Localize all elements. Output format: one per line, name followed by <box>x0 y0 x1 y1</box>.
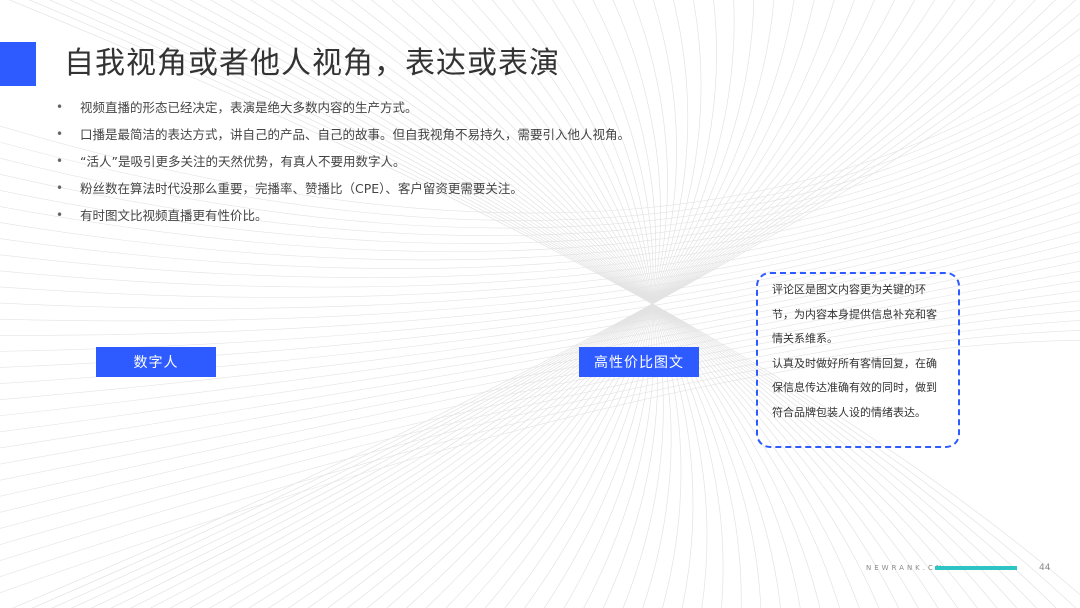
background-line <box>524 0 657 608</box>
note-line: 认真及时做好所有客情回复，在确 <box>772 356 937 370</box>
note-line: 情关系维系。 <box>772 332 838 345</box>
page-title: 自我视角或者他人视角，表达或表演 <box>64 46 560 81</box>
footer-brand: NEWRANK.CN <box>866 564 945 572</box>
bullet-marker: • <box>56 100 64 114</box>
bullet-marker: • <box>56 208 64 222</box>
bullet-marker: • <box>56 127 64 141</box>
bullet-text: 有时图文比视频直播更有性价比。 <box>80 208 268 223</box>
list-item: • 视频直播的形态已经决定，表演是绝大多数内容的生产方式。 <box>56 94 630 121</box>
note-line: 保信息传达准确有效的同时，做到 <box>772 381 937 394</box>
list-item: • 口播是最简洁的表达方式，讲自己的产品、自己的故事。但自我视角不易持久，需要引入… <box>56 121 630 148</box>
note-line: 评论区是图文内容更为关键的环 <box>772 283 926 296</box>
bullet-text: 视频直播的形态已经决定，表演是绝大多数内容的生产方式。 <box>80 100 418 115</box>
background-line <box>451 0 682 608</box>
background-line <box>371 0 742 608</box>
list-item: • “活人”是吸引更多关注的天然优势，有真人不要用数字人。 <box>56 148 630 175</box>
background-line <box>471 0 672 608</box>
background-line <box>290 0 821 608</box>
bullet-list: • 视频直播的形态已经决定，表演是绝大多数内容的生产方式。 • 口播是最简洁的表达方… <box>56 94 630 229</box>
background-line <box>287 0 835 608</box>
bullet-marker: • <box>56 181 64 195</box>
background-line <box>511 0 659 608</box>
background-line <box>445 0 689 608</box>
note-line: 符合品牌包装人设的情绪表达。 <box>772 405 926 419</box>
digital-human-label-box: 数字人 <box>96 347 216 377</box>
background-line <box>543 0 654 608</box>
background-line <box>307 0 815 608</box>
note-line: 节，为内容本身提供信息补充和客 <box>772 307 937 321</box>
background-line <box>425 0 702 608</box>
comment-note-box: 评论区是图文内容更为关键的环 节，为内容本身提供信息补充和客 情关系维系。 认真… <box>756 272 960 448</box>
value-image-text-label-box: 高性价比图文 <box>579 347 699 377</box>
background-line <box>532 0 655 608</box>
footer-accent-bar <box>935 566 1017 570</box>
background-line <box>350 0 762 608</box>
page-number: 44 <box>1039 563 1051 573</box>
bullet-text: 粉丝数在算法时代没那么重要，完播率、赞播比（CPE）、客户留资更需要关注。 <box>80 181 523 196</box>
list-item: • 粉丝数在算法时代没那么重要，完播率、赞播比（CPE）、客户留资更需要关注。 <box>56 175 630 202</box>
bullet-text: 口播是最简洁的表达方式，讲自己的产品、自己的故事。但自我视角不易持久，需要引入他… <box>80 127 631 142</box>
list-item: • 有时图文比视频直播更有性价比。 <box>56 202 630 229</box>
bullet-marker: • <box>56 154 64 168</box>
background-line <box>406 0 717 608</box>
title-accent-bar <box>0 42 36 86</box>
background-line <box>310 0 801 608</box>
background-line <box>431 0 694 608</box>
background-line <box>270 0 840 608</box>
bullet-text: “活人”是吸引更多关注的天然优势，有真人不要用数字人。 <box>80 154 406 169</box>
